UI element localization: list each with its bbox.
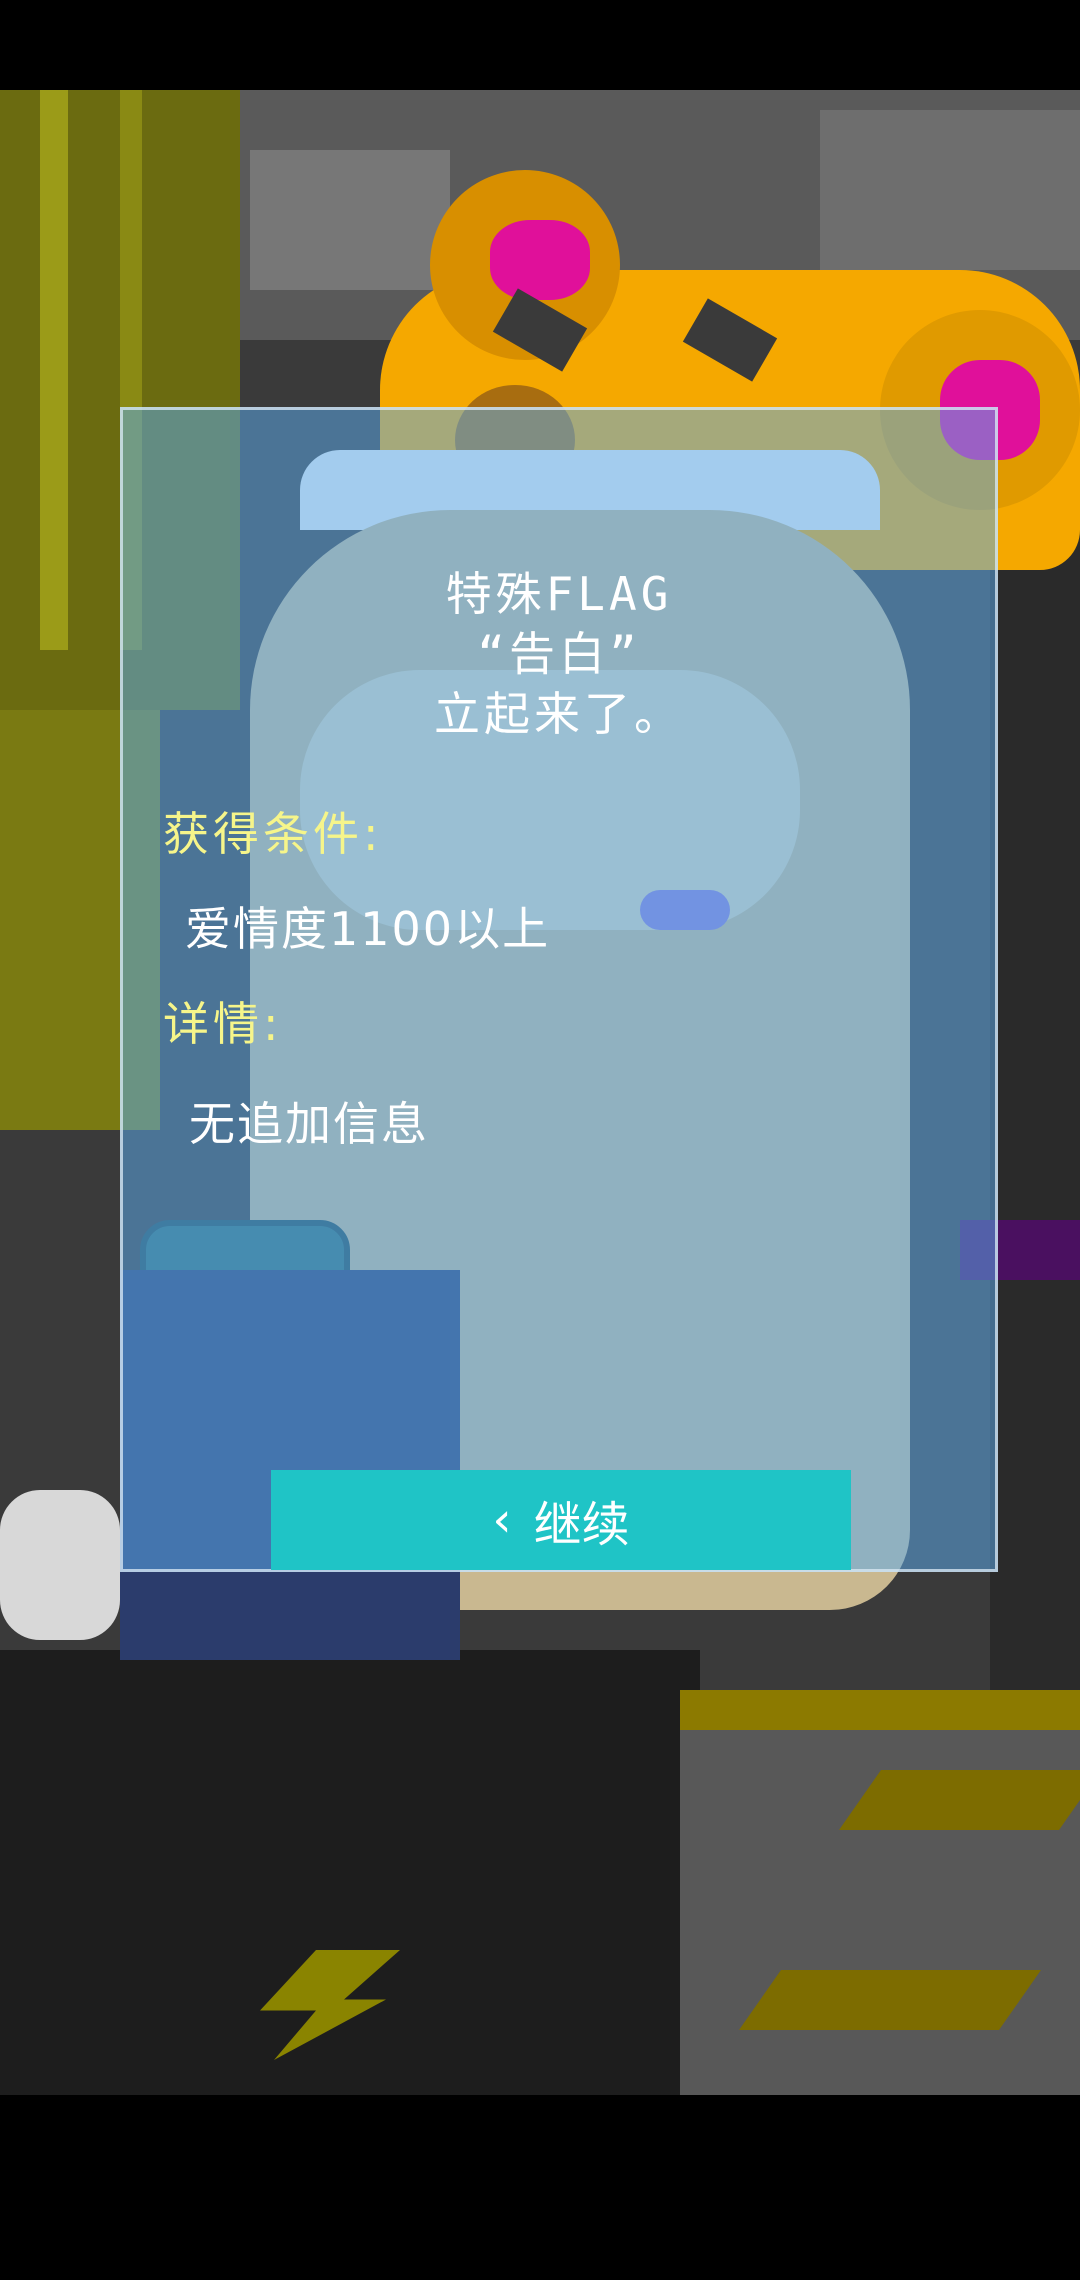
bg-yellow-stripe <box>680 1690 1080 1730</box>
bg-grey-box <box>250 150 450 290</box>
condition-value: 爱情度1100以上 <box>185 902 551 956</box>
bg-yellow-diagonal <box>738 1970 1042 2030</box>
detail-value: 无追加信息 <box>189 1097 429 1151</box>
dialog-title-line-1: 特殊FLAG <box>445 567 673 621</box>
bg-grey-box <box>820 110 1080 270</box>
flag-dialog: 特殊FLAG “告白” 立起来了。 获得条件: 爱情度1100以上 详情: 无追… <box>120 407 998 1572</box>
chevron-left-icon: ‹ <box>492 1492 512 1548</box>
bg-grey-floor <box>680 1690 1080 2095</box>
detail-label: 详情: <box>163 997 283 1051</box>
continue-button[interactable]: ‹ 继续 <box>271 1470 851 1570</box>
bg-black-floor <box>0 1650 700 2095</box>
condition-label: 获得条件: <box>163 807 383 861</box>
bg-right-dark <box>990 390 1080 1690</box>
bg-olive-stripe <box>40 90 68 650</box>
dialog-title-line-2: “告白” <box>477 627 641 681</box>
bg-yellow-diagonal <box>838 1770 1080 1830</box>
bg-white-light <box>0 1490 120 1640</box>
mascot-ear-inner-left <box>490 220 590 300</box>
dialog-title-line-3: 立起来了。 <box>434 687 684 741</box>
continue-label: 继续 <box>533 1497 630 1553</box>
